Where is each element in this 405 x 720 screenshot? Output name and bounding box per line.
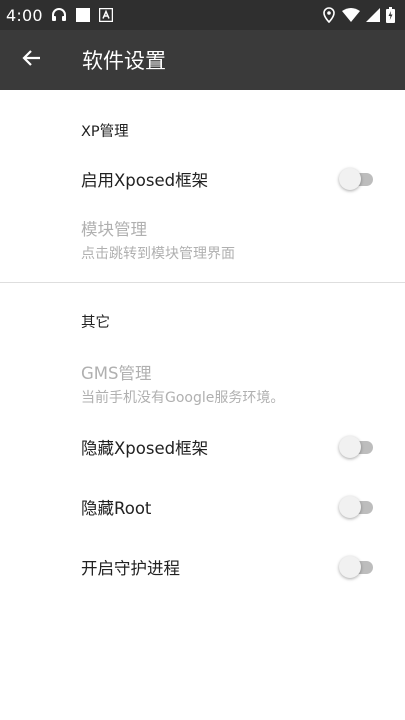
page-title: 软件设置 bbox=[82, 49, 166, 73]
battery-icon bbox=[386, 7, 395, 23]
location-icon bbox=[322, 7, 336, 23]
status-bar-right bbox=[322, 7, 395, 23]
arrow-left-icon bbox=[22, 48, 42, 72]
pref-gms-manage: GMS管理 当前手机没有Google服务环境。 bbox=[0, 349, 405, 417]
switch-thumb bbox=[339, 556, 361, 578]
switch-thumb bbox=[339, 496, 361, 518]
switch-thumb bbox=[339, 168, 361, 190]
wifi-icon bbox=[342, 8, 360, 22]
pref-summary: 当前手机没有Google服务环境。 bbox=[81, 389, 285, 406]
guard-process-switch[interactable] bbox=[339, 556, 375, 578]
hide-xposed-switch[interactable] bbox=[339, 436, 375, 458]
pref-module-manage: 模块管理 点击跳转到模块管理界面 bbox=[0, 204, 405, 274]
headphones-icon bbox=[51, 7, 67, 23]
status-bar: 4:00 bbox=[0, 0, 405, 30]
settings-list: XP管理 启用Xposed框架 模块管理 点击跳转到模块管理界面 其它 GMS管… bbox=[0, 90, 405, 597]
pref-enable-xposed[interactable]: 启用Xposed框架 bbox=[0, 154, 405, 204]
status-time: 4:00 bbox=[6, 5, 43, 25]
app-bar: 软件设置 bbox=[0, 30, 405, 90]
enable-xposed-switch[interactable] bbox=[339, 168, 375, 190]
back-button[interactable] bbox=[0, 30, 64, 90]
section-header-other: 其它 bbox=[81, 314, 110, 331]
pref-hide-root[interactable]: 隐藏Root bbox=[0, 477, 405, 537]
status-bar-left: 4:00 bbox=[6, 6, 113, 25]
white-square-icon bbox=[75, 7, 91, 23]
pref-title: 模块管理 bbox=[81, 219, 147, 239]
switch-thumb bbox=[339, 436, 361, 458]
hide-root-switch[interactable] bbox=[339, 496, 375, 518]
pref-guard-process[interactable]: 开启守护进程 bbox=[0, 537, 405, 597]
pref-summary: 点击跳转到模块管理界面 bbox=[81, 245, 235, 262]
a-box-icon bbox=[98, 8, 113, 22]
pref-title: GMS管理 bbox=[81, 363, 152, 383]
signal-icon bbox=[366, 8, 380, 22]
pref-hide-xposed[interactable]: 隐藏Xposed框架 bbox=[0, 417, 405, 477]
